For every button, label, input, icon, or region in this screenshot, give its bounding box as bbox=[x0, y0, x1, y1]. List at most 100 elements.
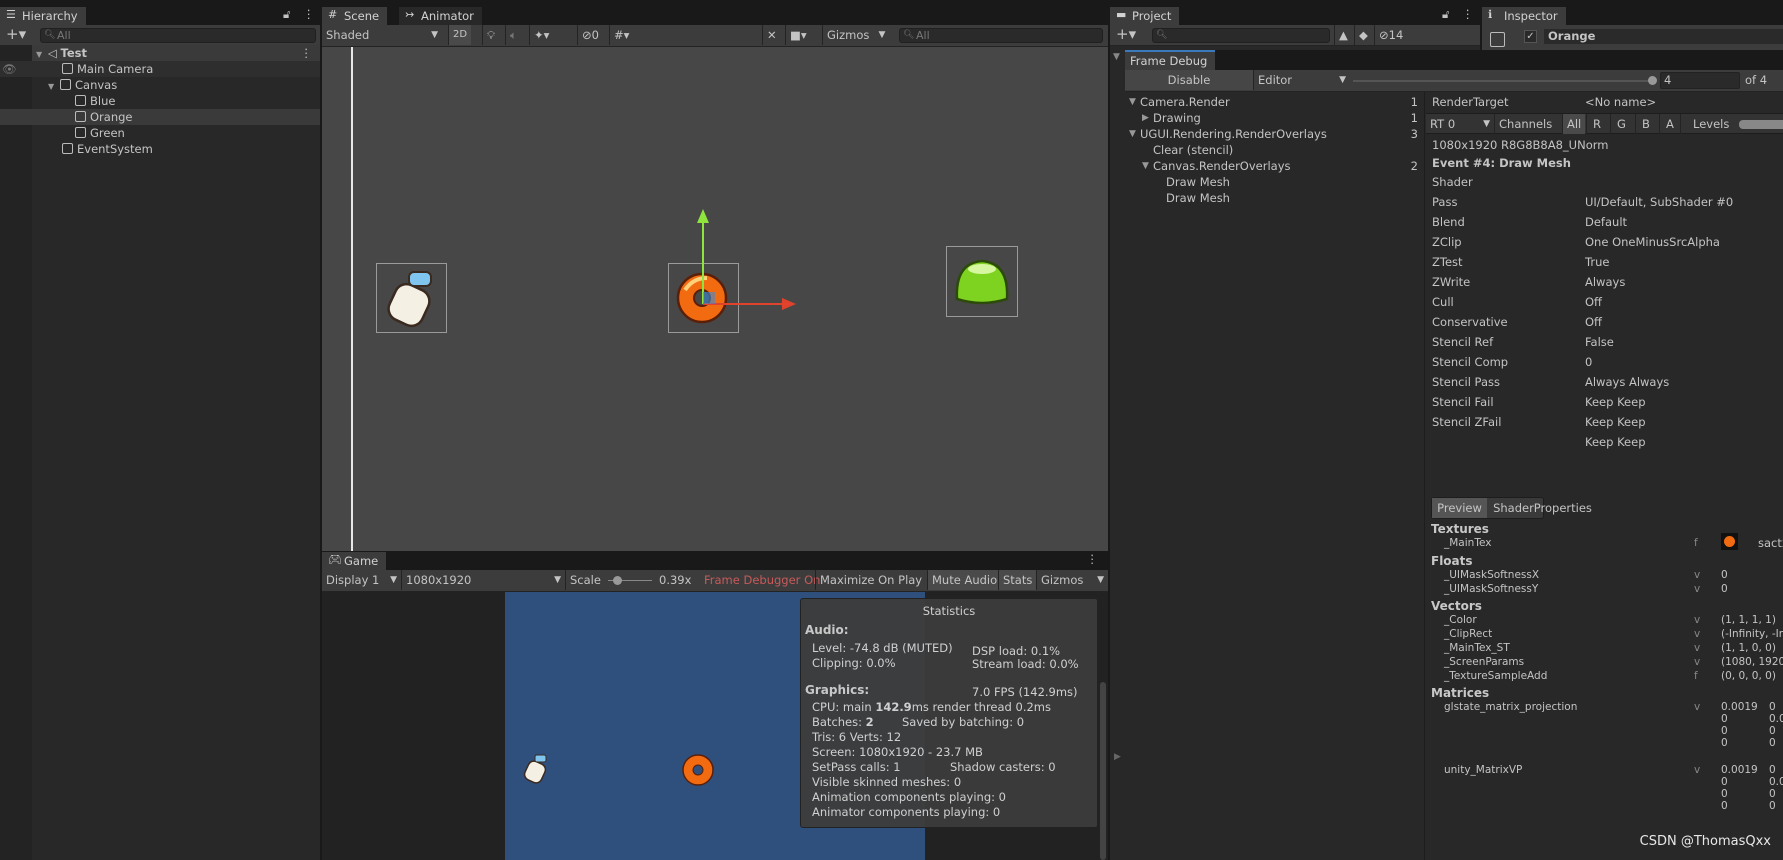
lighting-icon[interactable]: 💡︎ bbox=[482, 25, 499, 45]
xy-plane-handle[interactable] bbox=[703, 292, 715, 304]
tab-preview[interactable]: Preview bbox=[1432, 498, 1487, 518]
x-arrow-icon[interactable] bbox=[782, 298, 796, 310]
expand-arrow-icon[interactable]: ▶ bbox=[1142, 110, 1149, 126]
event-tree-item[interactable]: ▼ UGUI.Rendering.RenderOverlays 3 bbox=[1125, 126, 1424, 142]
filter-by-type-icon[interactable]: ▲ bbox=[1334, 25, 1352, 45]
green-sprite[interactable] bbox=[946, 246, 1018, 317]
event-tree-item[interactable]: Draw Mesh bbox=[1125, 174, 1424, 190]
camera-icon[interactable]: ■▾ bbox=[785, 25, 811, 45]
scale-slider-handle[interactable] bbox=[612, 576, 622, 585]
expand-arrow-icon[interactable]: ▼ bbox=[1142, 158, 1149, 174]
list-item[interactable]: Green bbox=[0, 125, 320, 141]
property-name: Stencil Comp bbox=[1432, 355, 1509, 369]
texture-thumbnail[interactable] bbox=[1721, 533, 1738, 550]
item-label: Canvas bbox=[75, 78, 118, 92]
list-item-selected[interactable]: Orange bbox=[0, 109, 320, 125]
texture-value: sactx bbox=[1758, 536, 1783, 550]
expand-arrow-icon[interactable]: ▼ bbox=[1129, 94, 1136, 110]
render-target-row: RenderTarget <No name> bbox=[1432, 92, 1783, 112]
event-slider[interactable] bbox=[1353, 80, 1653, 82]
list-item[interactable]: EventSystem bbox=[0, 141, 320, 157]
levels-slider[interactable] bbox=[1739, 120, 1783, 129]
property-row: ZWrite Off bbox=[1432, 272, 1783, 309]
lock-icon[interactable]: 🔓︎ bbox=[283, 7, 290, 22]
channel-r[interactable]: R bbox=[1586, 114, 1607, 134]
scene-viewport[interactable] bbox=[322, 47, 1108, 551]
shading-dropdown[interactable]: Shaded ▼ bbox=[322, 25, 442, 45]
event-tree-item[interactable]: ▼ Canvas.RenderOverlays 2 bbox=[1125, 158, 1424, 174]
target-dropdown[interactable]: Editor ▼ bbox=[1253, 70, 1350, 90]
scene-row[interactable]: ▼ ◁ Test ⋮ bbox=[32, 45, 320, 61]
list-icon: ☰ bbox=[6, 8, 16, 21]
active-checkbox[interactable]: ✓ bbox=[1524, 30, 1537, 43]
list-item[interactable]: Blue bbox=[0, 93, 320, 109]
stats-toggle[interactable]: Stats bbox=[998, 570, 1037, 590]
list-item[interactable]: 👁︎ Main Camera bbox=[0, 61, 320, 77]
tab-project[interactable]: ▬ Project bbox=[1110, 7, 1180, 25]
gizmos-dropdown[interactable]: Gizmos ▼ bbox=[1036, 570, 1108, 590]
property-row: Stencil ZFail Keep Keep bbox=[1432, 412, 1783, 449]
chevron-down-icon: ▼ bbox=[1483, 119, 1490, 129]
add-icon[interactable]: +▾ bbox=[6, 25, 26, 43]
eye-icon[interactable]: 👁︎ bbox=[2, 61, 17, 77]
blue-sprite[interactable] bbox=[376, 263, 447, 333]
resolution-dropdown[interactable]: 1080x1920 ▼ bbox=[401, 570, 565, 590]
event-tree-item[interactable]: ▼ Camera.Render 1 bbox=[1125, 94, 1424, 110]
hidden-packages-icon[interactable]: ⊘14 bbox=[1374, 25, 1407, 45]
float-value: 0 bbox=[1721, 583, 1728, 595]
inspector-panel: ℹ Inspector ✓ Orange bbox=[1482, 6, 1783, 50]
object-name-field[interactable]: Orange bbox=[1544, 29, 1783, 44]
tab-game[interactable]: 🎮︎ Game bbox=[322, 552, 387, 570]
display-dropdown[interactable]: Display 1 ▼ bbox=[322, 570, 401, 590]
mute-audio-toggle[interactable]: Mute Audio bbox=[927, 570, 1002, 590]
tab-scene[interactable]: # Scene bbox=[322, 7, 388, 25]
collapse-arrow-icon[interactable]: ▼ bbox=[1113, 52, 1120, 62]
event-slider-handle[interactable] bbox=[1648, 76, 1657, 85]
scene-search[interactable]: 🔍︎ All bbox=[899, 28, 1103, 43]
event-number-field[interactable]: 4 bbox=[1660, 72, 1740, 89]
tab-frame-debug[interactable]: Frame Debug bbox=[1125, 50, 1216, 70]
hierarchy-panel: ☰ Hierarchy 🔓︎ ⋮ +▾ 🔍︎ All ▼ ◁ Test ⋮ 👁︎ Main… bbox=[0, 6, 320, 860]
channel-b[interactable]: B bbox=[1635, 114, 1656, 134]
more-menu-icon[interactable]: ⋮ bbox=[1462, 7, 1474, 21]
channel-g[interactable]: G bbox=[1610, 114, 1632, 134]
event-tree-item[interactable]: Clear (stencil) bbox=[1125, 142, 1424, 158]
channel-all[interactable]: All bbox=[1562, 114, 1586, 134]
project-search[interactable]: 🔍︎ bbox=[1152, 28, 1330, 43]
render-target-label: RenderTarget bbox=[1432, 95, 1509, 109]
disable-button[interactable]: Disable bbox=[1125, 70, 1253, 90]
list-item[interactable]: ▼ Canvas bbox=[0, 77, 320, 93]
y-arrow-icon[interactable] bbox=[697, 209, 709, 223]
grid-snap-icon[interactable]: #▾ bbox=[609, 25, 633, 45]
game-scrollbar[interactable] bbox=[1100, 682, 1106, 860]
move-gizmo[interactable] bbox=[692, 205, 802, 315]
2d-toggle[interactable]: 2D bbox=[448, 25, 472, 45]
hidden-objects-icon[interactable]: ⊘0 bbox=[577, 25, 603, 45]
expand-arrow-icon[interactable]: ▼ bbox=[1129, 126, 1136, 142]
event-tree-item[interactable]: Draw Mesh bbox=[1125, 190, 1424, 206]
lock-icon[interactable]: 🔓︎ bbox=[1442, 7, 1449, 22]
event-tree-item[interactable]: ▶ Drawing 1 bbox=[1125, 110, 1424, 126]
more-menu-icon[interactable]: ⋮ bbox=[303, 7, 315, 21]
tab-shader-properties[interactable]: ShaderProperties bbox=[1487, 498, 1598, 518]
expand-arrow-icon[interactable]: ▶ bbox=[1114, 752, 1121, 762]
effects-icon[interactable]: ✦▾ bbox=[529, 25, 553, 45]
hierarchy-search[interactable]: 🔍︎ All bbox=[40, 28, 316, 43]
tab-hierarchy[interactable]: ☰ Hierarchy bbox=[0, 7, 86, 25]
tools-icon[interactable]: ✕ bbox=[762, 25, 781, 45]
grid-icon: # bbox=[328, 8, 338, 21]
tab-inspector[interactable]: ℹ Inspector bbox=[1482, 7, 1566, 25]
property-row: Conservative False bbox=[1432, 312, 1783, 349]
channel-a[interactable]: A bbox=[1659, 114, 1681, 134]
tab-animator[interactable]: ↣ Animator bbox=[399, 7, 482, 25]
visibility-gutter bbox=[0, 46, 32, 860]
audio-icon[interactable]: 🔈︎ bbox=[505, 25, 521, 45]
filter-by-label-icon[interactable]: ◆ bbox=[1354, 25, 1372, 45]
maximize-on-play-toggle[interactable]: Maximize On Play bbox=[815, 570, 926, 590]
rt-dropdown[interactable]: RT 0 ▼ bbox=[1426, 114, 1494, 134]
more-menu-icon[interactable]: ⋮ bbox=[301, 45, 313, 61]
gizmos-dropdown[interactable]: Gizmos ▼ bbox=[822, 25, 889, 45]
vector-value: (0, 0, 0, 0) bbox=[1721, 670, 1776, 682]
more-menu-icon[interactable]: ⋮ bbox=[1087, 552, 1099, 566]
add-icon[interactable]: +▾ bbox=[1116, 25, 1136, 43]
